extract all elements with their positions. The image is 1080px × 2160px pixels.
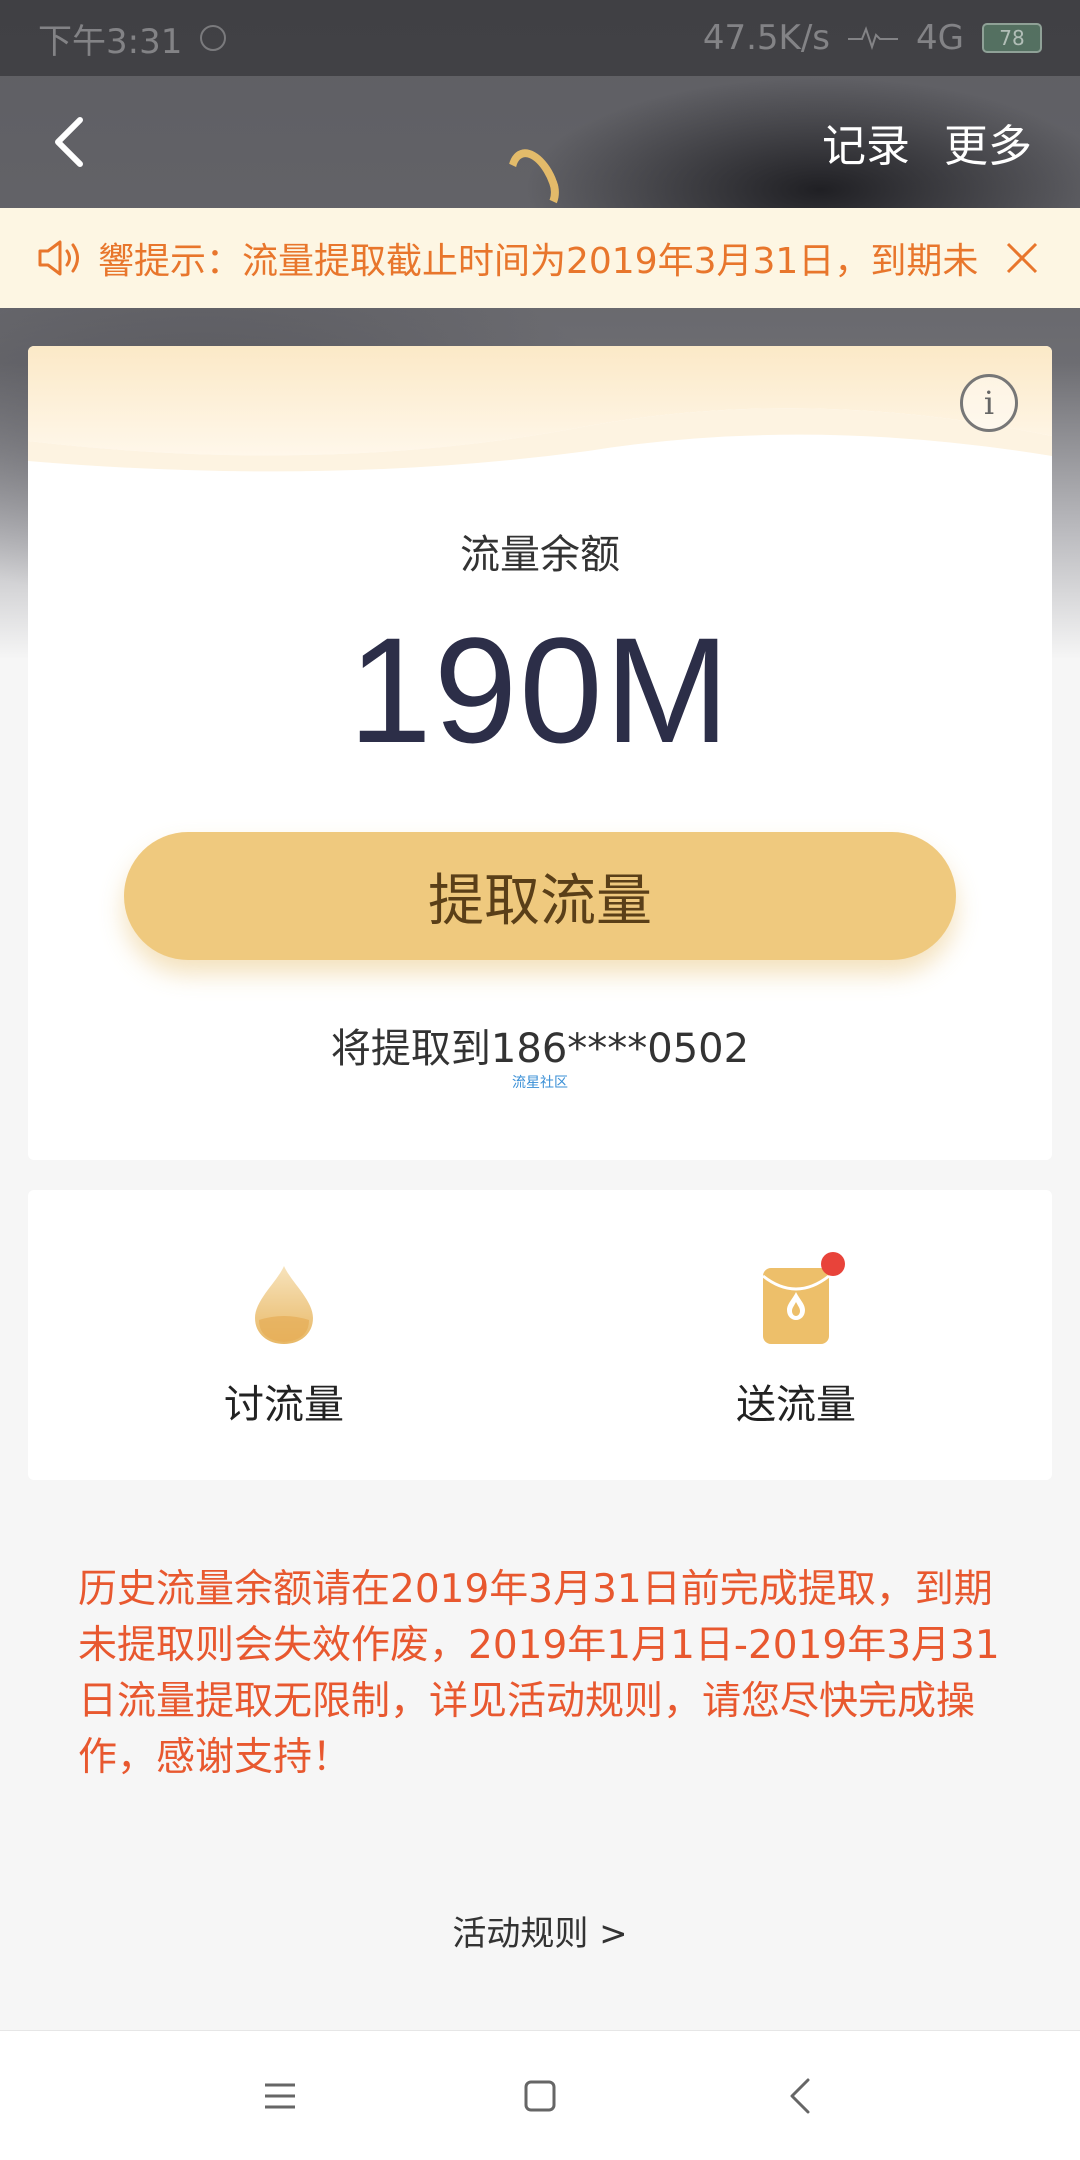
- back-button[interactable]: [40, 112, 100, 172]
- back-triangle-icon: [790, 2078, 810, 2113]
- drop-icon: [255, 1266, 313, 1344]
- more-button[interactable]: 更多: [944, 110, 1032, 174]
- send-data-button[interactable]: 送流量: [540, 1190, 1052, 1480]
- status-left: 下午3:31: [38, 14, 227, 63]
- system-back-button[interactable]: [770, 2066, 830, 2126]
- red-envelope-icon: [759, 1252, 845, 1348]
- status-time: 下午3:31: [38, 21, 183, 62]
- balance-value: 190M: [348, 606, 732, 774]
- request-data-button[interactable]: 讨流量: [28, 1190, 540, 1480]
- balance-card: i 流量余额 190M 提取流量 将提取到186****0502 流星社区: [28, 346, 1052, 1160]
- home-square-icon: [524, 2080, 556, 2111]
- system-nav-bar: [0, 2030, 1080, 2160]
- notice-bar: 響提示：流量提取截止时间为2019年3月31日，到期未: [0, 208, 1080, 308]
- status-right: 47.5K/s 4G 78: [703, 18, 1042, 58]
- actions-card: 讨流量 送流量: [28, 1190, 1052, 1480]
- watermark-text: 流星社区: [512, 1075, 568, 1091]
- notice-text: 響提示：流量提取截止时间为2019年3月31日，到期未: [98, 241, 979, 282]
- activity-icon: [848, 26, 899, 51]
- status-bar: 下午3:31 47.5K/s 4G 78: [0, 0, 1080, 76]
- activity-rules-link[interactable]: 活动规则 >: [0, 1906, 1080, 1955]
- extract-target-phone: 将提取到186****0502: [330, 1026, 750, 1072]
- info-icon[interactable]: i: [960, 374, 1018, 432]
- history-notice-text: 历史流量余额请在2019年3月31日前完成提取，到期未提取则会失效作废，2019…: [78, 1567, 1000, 1780]
- close-icon[interactable]: [1000, 236, 1044, 280]
- home-button[interactable]: [510, 2066, 570, 2126]
- menu-icon: [265, 2083, 295, 2108]
- network-type: 4G: [916, 18, 964, 58]
- network-speed: 47.5K/s: [702, 18, 831, 58]
- records-button[interactable]: 记录: [822, 110, 910, 174]
- request-data-label: 讨流量: [224, 1382, 344, 1428]
- top-nav: 记录 更多: [0, 76, 1080, 208]
- send-data-label: 送流量: [736, 1382, 856, 1428]
- battery-icon: 78: [982, 23, 1042, 53]
- card-wave-decoration: [28, 346, 1052, 472]
- menu-button[interactable]: [250, 2066, 310, 2126]
- chevron-left-icon: [55, 117, 83, 167]
- extract-button[interactable]: 提取流量: [124, 832, 956, 960]
- badge-dot: [821, 1252, 845, 1276]
- nav-actions: 记录 更多: [822, 110, 1032, 174]
- balance-label: 流量余额: [460, 532, 620, 578]
- notification-icon: [200, 25, 227, 51]
- speaker-icon: [38, 240, 79, 276]
